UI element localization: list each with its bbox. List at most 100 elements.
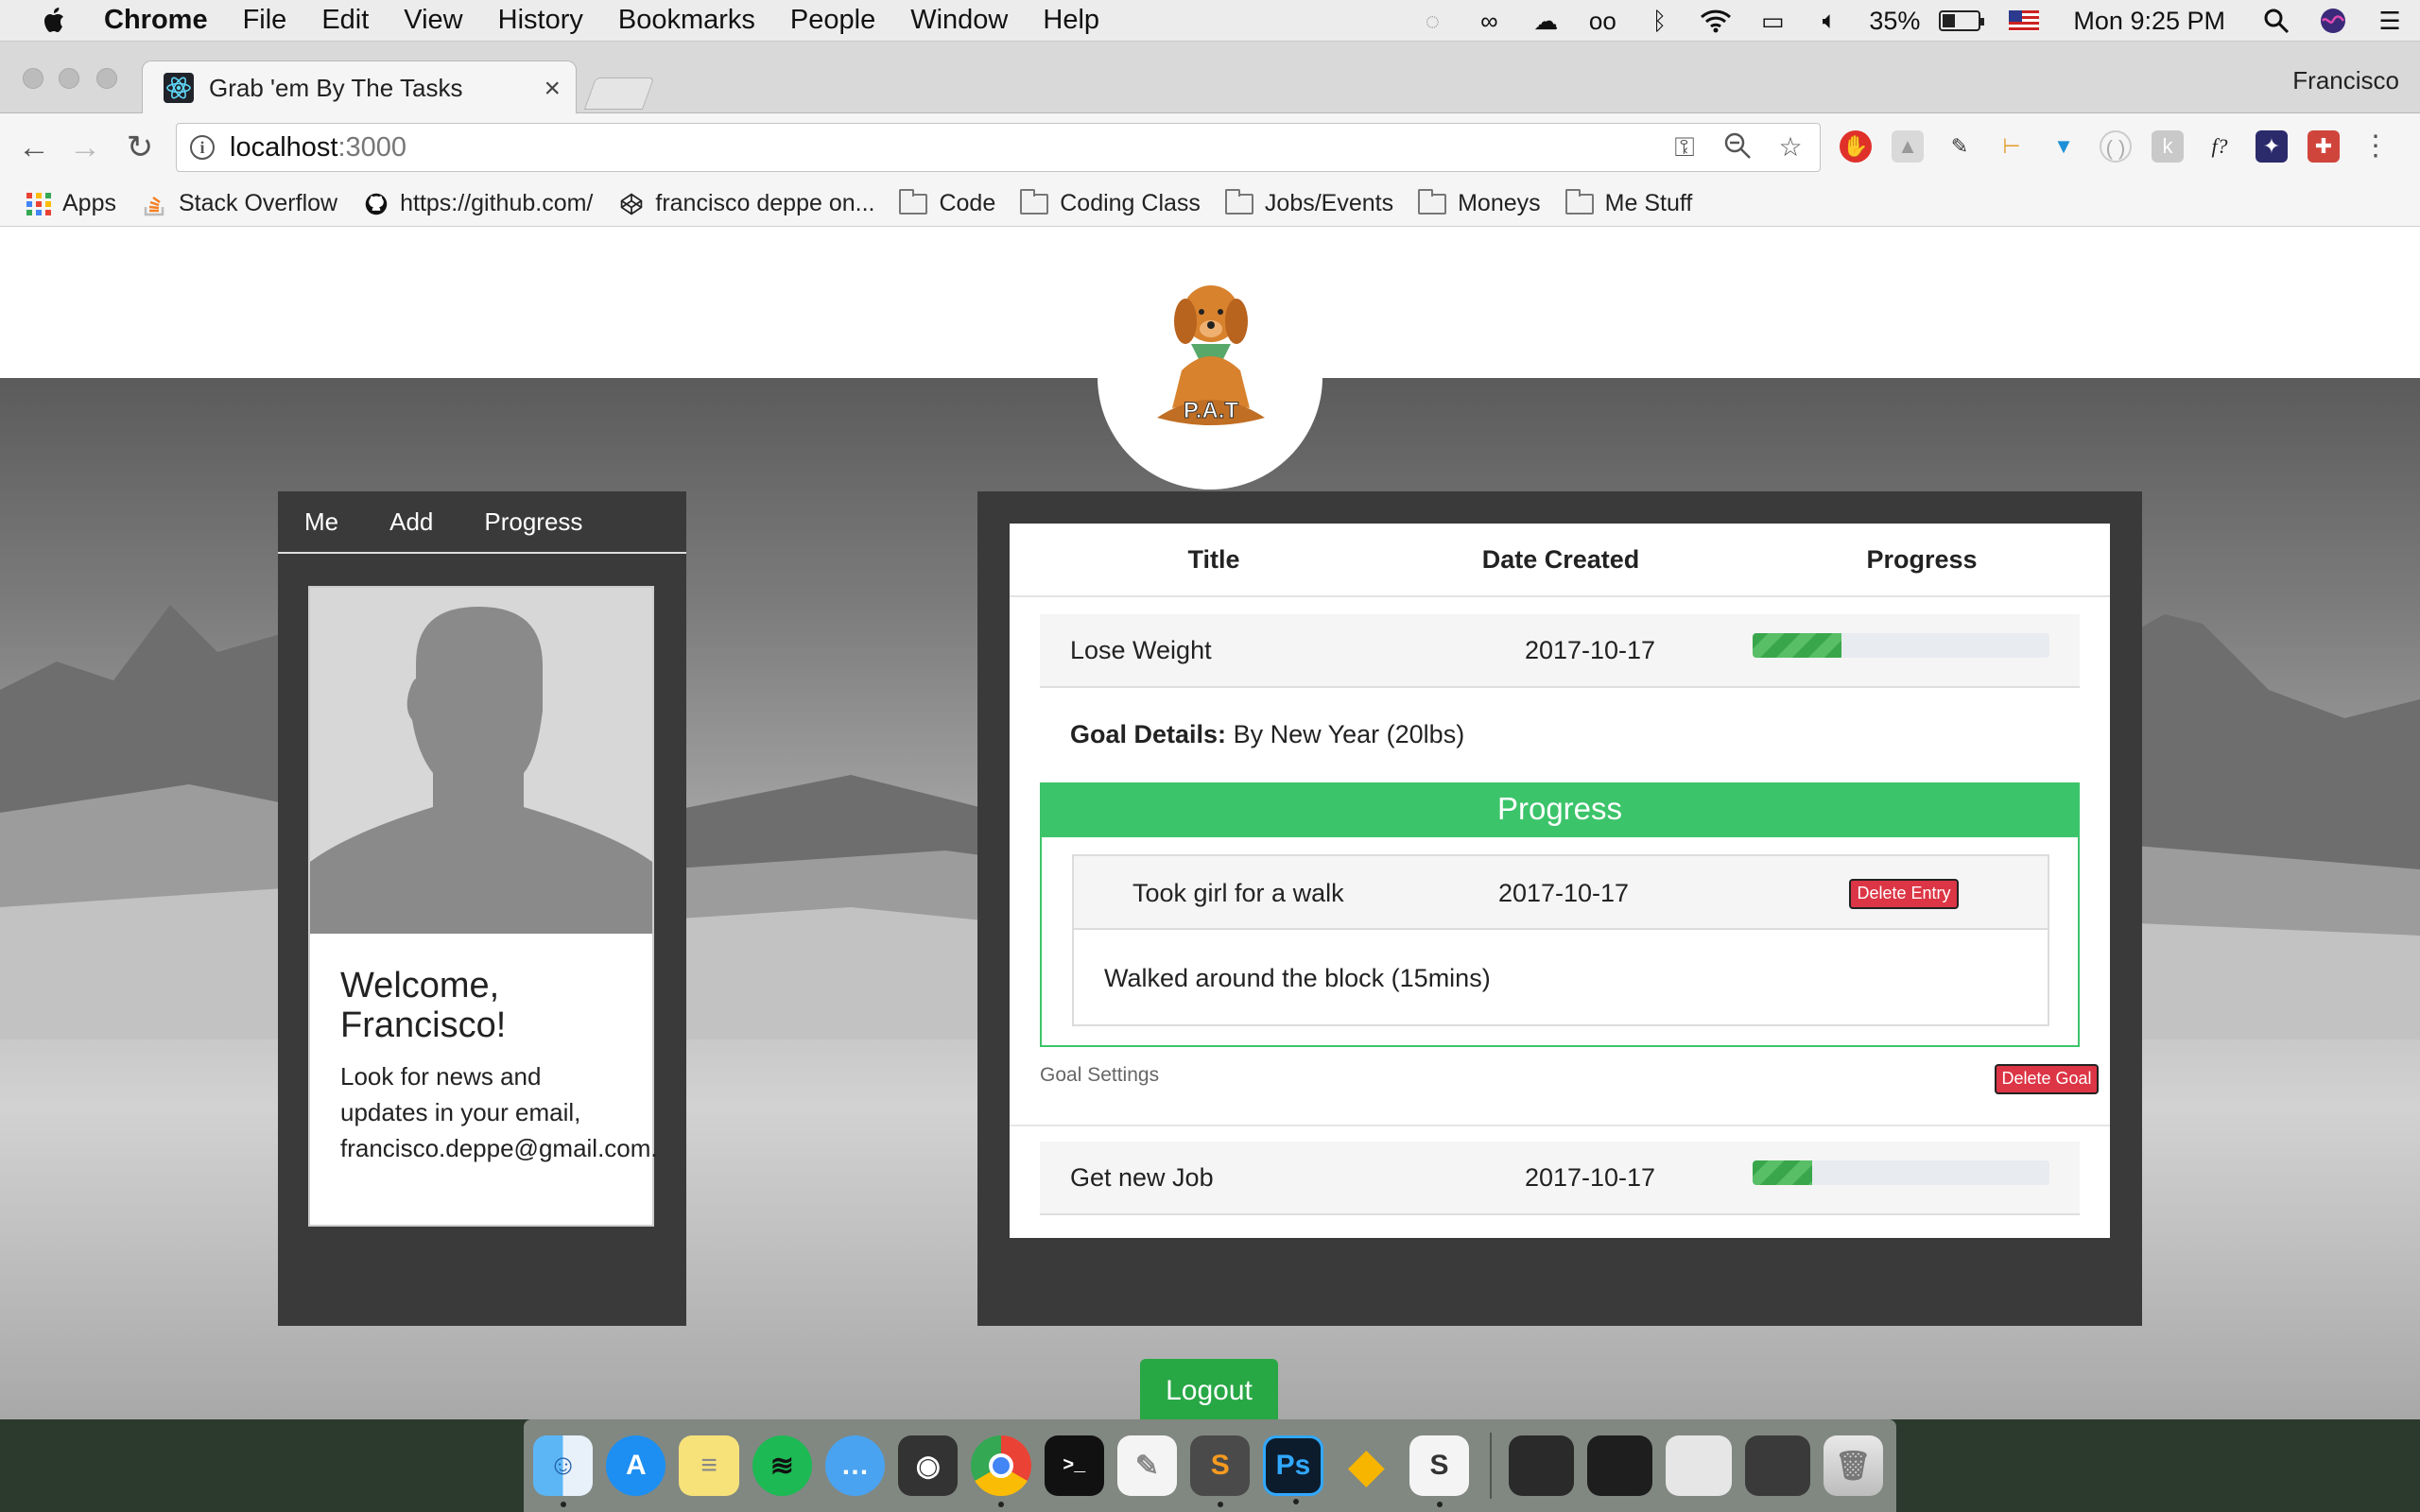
menu-help[interactable]: Help <box>1043 5 1099 36</box>
goals-table: Title Date Created Progress Lose Weight … <box>1010 524 2110 1238</box>
json-extension-icon[interactable]: ( ) <box>2100 130 2132 163</box>
vue-devtools-extension-icon[interactable]: ▼ <box>2048 130 2080 163</box>
terminal-icon[interactable]: >_ <box>1044 1435 1104 1496</box>
pat-dog-logo-icon[interactable]: P.A.T <box>1144 276 1278 433</box>
minimized-window-chrome-icon[interactable] <box>1509 1435 1575 1496</box>
bookmark-folder-code[interactable]: Code <box>899 188 996 217</box>
bookmark-codepen[interactable]: francisco deppe on... <box>617 190 874 217</box>
notification-center-icon[interactable]: ☰ <box>2373 7 2407 35</box>
site-info-icon[interactable]: i <box>190 135 215 160</box>
menu-app-name[interactable]: Chrome <box>104 5 208 36</box>
chrome-menu-icon[interactable]: ⋮ <box>2360 130 2392 163</box>
bookmark-folder-me-stuff[interactable]: Me Stuff <box>1564 188 1692 217</box>
web-page: P.A.T Me Add Progress Welcome, Francisco… <box>0 227 2420 1419</box>
trash-icon[interactable]: 🗑︎ <box>1823 1435 1883 1496</box>
chrome-icon[interactable] <box>971 1435 1031 1507</box>
browser-tab-active[interactable]: Grab 'em By The Tasks × <box>142 60 577 114</box>
wifi-icon[interactable] <box>1699 7 1733 35</box>
finder-icon[interactable]: ☺ <box>533 1435 594 1507</box>
goal-row[interactable]: Lose Weight 2017-10-17 <box>1040 614 2080 688</box>
kroki-extension-icon[interactable]: k <box>2152 130 2184 163</box>
person-silhouette-icon <box>310 607 652 934</box>
tab-close-icon[interactable]: × <box>544 73 561 105</box>
forward-arrow-icon[interactable]: → <box>66 129 104 166</box>
creative-cloud-icon[interactable]: ∞ <box>1472 7 1506 35</box>
airplay-icon[interactable]: ▭ <box>1755 7 1789 35</box>
messages-icon[interactable]: … <box>824 1435 886 1496</box>
glasses-icon[interactable]: oo <box>1585 7 1619 35</box>
delete-goal-button[interactable]: Delete Goal <box>1995 1064 2099 1094</box>
folder-icon <box>1020 188 1049 215</box>
menu-file[interactable]: File <box>243 5 287 36</box>
logout-button[interactable]: Logout <box>1140 1359 1278 1419</box>
spotify-icon[interactable]: ≋ <box>752 1435 812 1496</box>
sublime-icon[interactable]: S <box>1190 1435 1251 1507</box>
window-minimize-button[interactable] <box>59 68 79 89</box>
notes-icon[interactable]: ≡ <box>679 1435 739 1496</box>
minimized-window-editor-icon[interactable] <box>1587 1435 1653 1496</box>
space-extension-icon[interactable]: ✦ <box>2256 130 2288 163</box>
input-source-flag-icon[interactable] <box>2009 10 2040 31</box>
minimized-window-slack-icon[interactable] <box>1666 1435 1732 1496</box>
goal-details-label: Goal Details: <box>1070 720 1227 748</box>
delete-entry-button[interactable]: Delete Entry <box>1849 879 1959 909</box>
spotlight-search-icon[interactable] <box>2259 7 2293 35</box>
bookmark-folder-label: Code <box>939 190 996 216</box>
adblock-extension-icon[interactable]: ✋ <box>1840 130 1872 163</box>
avatar <box>310 588 652 934</box>
menu-window[interactable]: Window <box>910 5 1008 36</box>
apps-grid-icon <box>26 192 51 215</box>
tab-me[interactable]: Me <box>304 507 338 537</box>
new-tab-button[interactable] <box>583 77 655 110</box>
ruler-extension-icon[interactable]: ⊢ <box>1996 130 2028 163</box>
gear-extension-icon[interactable]: ✚ <box>2308 130 2340 163</box>
bookmark-folder-coding-class[interactable]: Coding Class <box>1020 188 1201 217</box>
bookmark-apps-label: Apps <box>62 190 116 216</box>
menu-bookmarks[interactable]: Bookmarks <box>618 5 755 36</box>
reload-icon[interactable]: ↻ <box>121 129 159 166</box>
menu-edit[interactable]: Edit <box>321 5 369 36</box>
logic-icon[interactable]: ◉ <box>898 1435 959 1496</box>
bookmark-folder-moneys[interactable]: Moneys <box>1418 188 1541 217</box>
address-bar[interactable]: i localhost:3000 ⚿ ☆ <box>176 123 1821 172</box>
drive-extension-icon[interactable]: ▲ <box>1892 130 1924 163</box>
profile-name-button[interactable]: Francisco <box>2292 66 2399 95</box>
tab-progress[interactable]: Progress <box>484 507 582 537</box>
zoom-icon[interactable] <box>1721 131 1754 163</box>
app-store-icon[interactable]: A <box>606 1435 666 1496</box>
textedit-icon[interactable]: ✎ <box>1116 1435 1178 1496</box>
slack-icon[interactable]: S <box>1409 1435 1470 1507</box>
eyedropper-extension-icon[interactable]: ✎ <box>1944 130 1976 163</box>
github-icon <box>365 193 388 215</box>
sketch-icon[interactable]: ◆ <box>1337 1435 1396 1496</box>
window-close-button[interactable] <box>23 68 43 89</box>
menu-history[interactable]: History <box>498 5 583 36</box>
siri-icon[interactable] <box>2316 7 2350 35</box>
tab-add[interactable]: Add <box>389 507 433 537</box>
minimized-window-photoshop-icon[interactable] <box>1744 1435 1810 1496</box>
battery-icon[interactable] <box>1939 10 1985 31</box>
news-text: Look for news and updates in your email,… <box>340 1062 658 1162</box>
back-arrow-icon[interactable]: ← <box>15 129 53 166</box>
menubar-clock[interactable]: Mon 9:25 PM <box>2073 7 2225 36</box>
menu-view[interactable]: View <box>404 5 462 36</box>
fonts-extension-icon[interactable]: f? <box>2204 130 2236 163</box>
sync-icon[interactable]: ◌ <box>1415 7 1449 35</box>
bookmark-apps[interactable]: Apps <box>25 190 116 217</box>
progress-entry-row[interactable]: Took girl for a walk 2017-10-17 Delete E… <box>1074 856 2048 930</box>
goal-row[interactable]: Get new Job 2017-10-17 <box>1040 1142 2080 1215</box>
bluetooth-icon[interactable]: ᛒ <box>1642 7 1676 35</box>
cloud-upload-icon[interactable]: ☁ <box>1529 7 1563 35</box>
bookmark-star-icon[interactable]: ☆ <box>1774 131 1806 163</box>
key-icon[interactable]: ⚿ <box>1668 131 1701 163</box>
volume-icon[interactable]: 🔈︎ <box>1812 6 1846 35</box>
bookmark-github[interactable]: https://github.com/ <box>362 190 593 217</box>
apple-icon[interactable] <box>38 4 72 38</box>
window-zoom-button[interactable] <box>96 68 117 89</box>
bookmark-folder-jobs-events[interactable]: Jobs/Events <box>1224 188 1393 217</box>
bookmark-stack-overflow[interactable]: Stack Overflow <box>141 190 337 217</box>
goal-settings-link[interactable]: Goal Settings <box>1040 1064 1159 1087</box>
logo-text: P.A.T <box>1184 398 1239 423</box>
menu-people[interactable]: People <box>790 5 875 36</box>
photoshop-icon[interactable]: Ps <box>1263 1435 1323 1504</box>
